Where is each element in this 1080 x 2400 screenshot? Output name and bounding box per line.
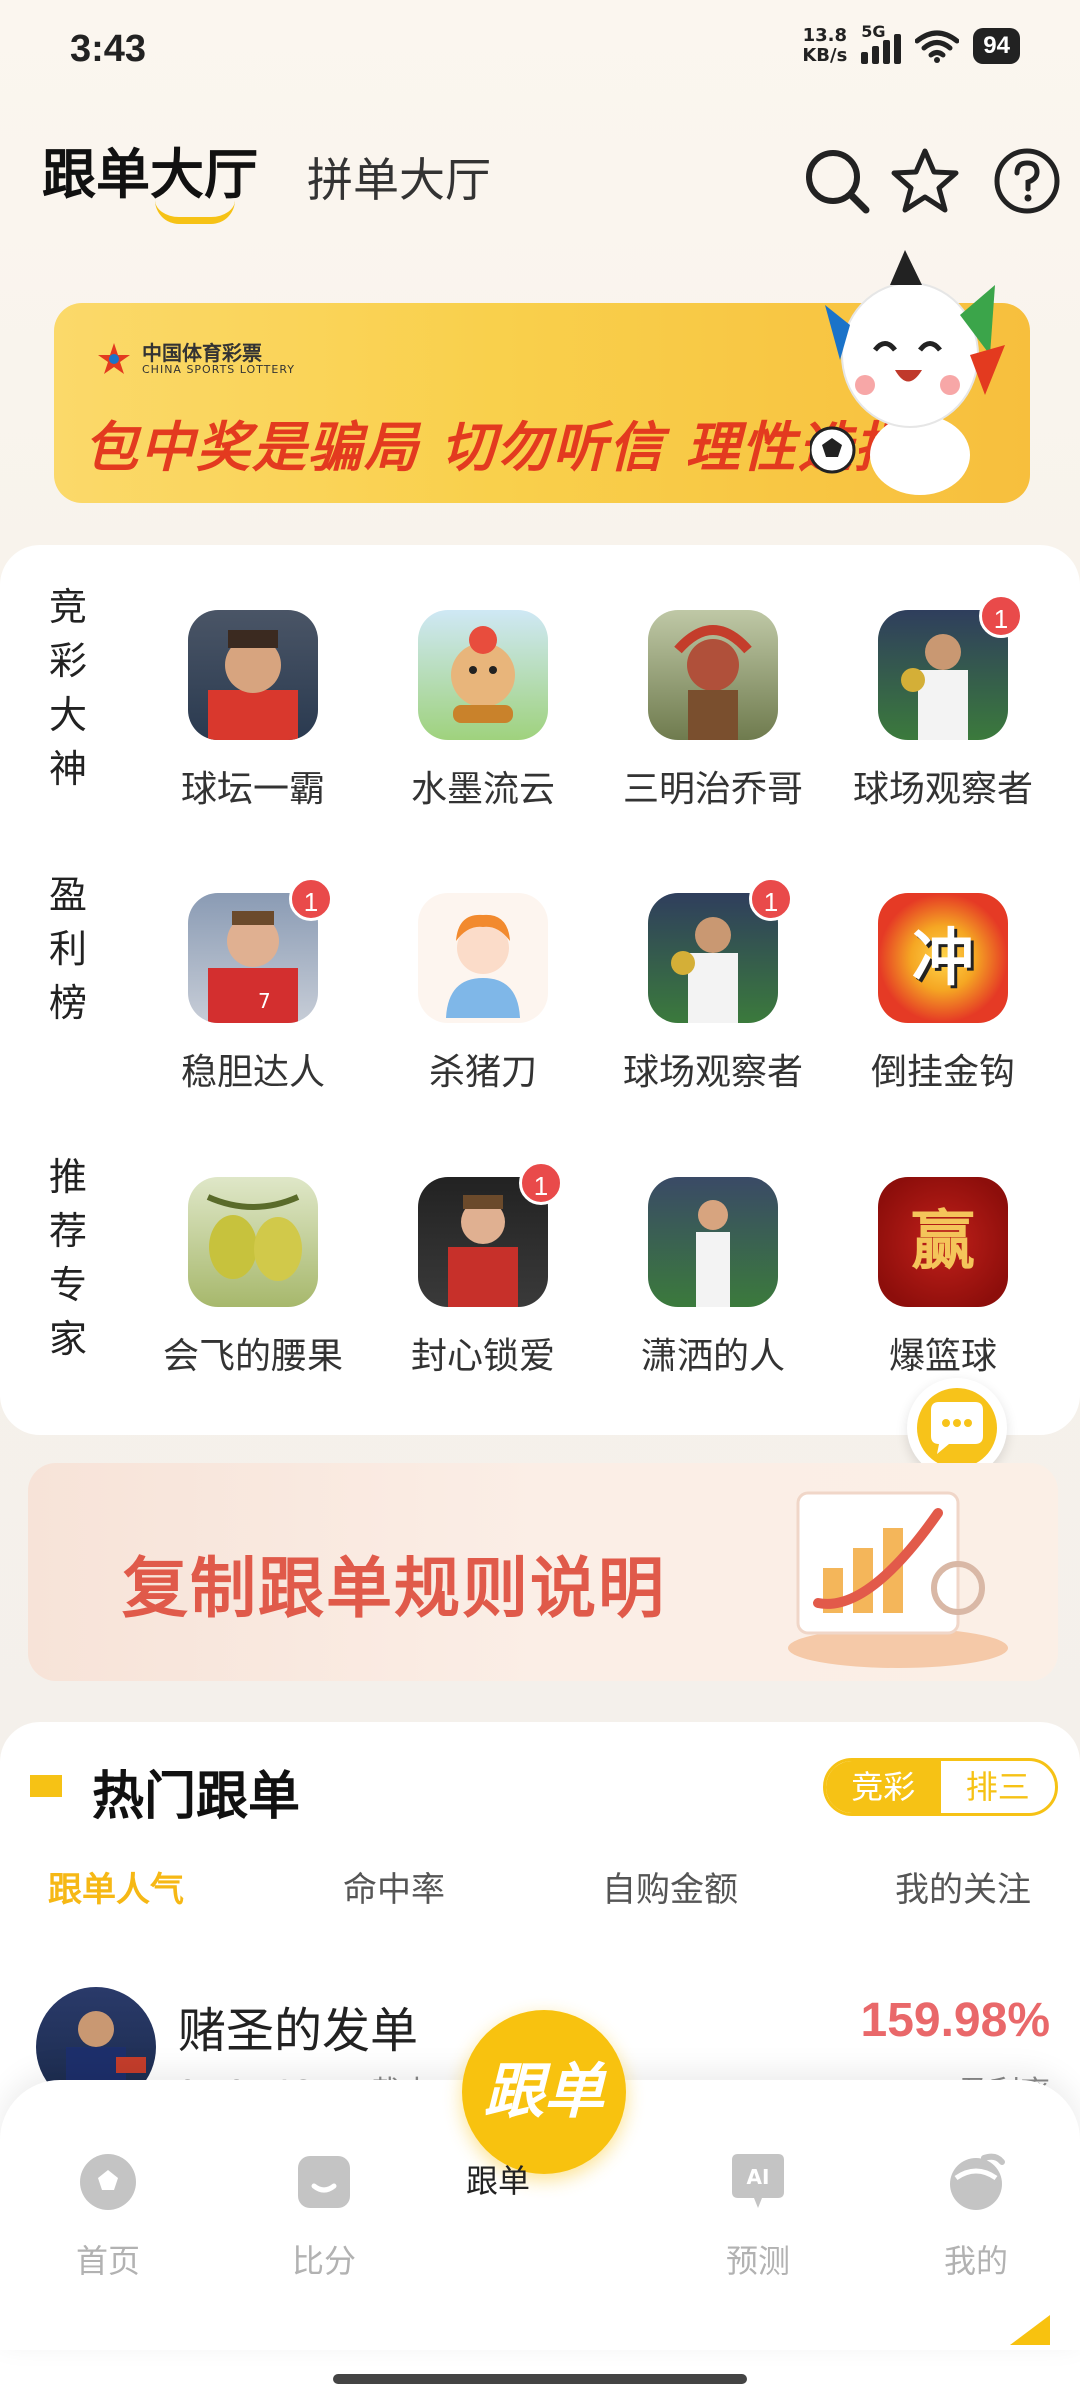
expert-item[interactable]: 会飞的腰果	[143, 1177, 363, 1379]
expert-item[interactable]: 球坛一霸	[143, 610, 363, 812]
battery-indicator: 94	[973, 28, 1020, 64]
chart-illustration	[788, 1491, 1008, 1668]
expert-item[interactable]: 7 1 稳胆达人	[143, 877, 363, 1095]
row-label-text: 盈利榜	[48, 873, 87, 1025]
expert-name: 倒挂金钩	[870, 1052, 1015, 1093]
tab-group-hall[interactable]: 拼单大厅	[307, 144, 491, 210]
notification-badge: 1	[979, 594, 1023, 638]
lottery-slogan: 包中奖是骗局 切勿听信 理性选择	[84, 416, 910, 479]
nav-home[interactable]: 首页	[38, 2150, 178, 2282]
expert-name: 水墨流云	[410, 769, 555, 810]
expert-name: 球场观察者	[852, 769, 1033, 810]
net-speed-value: 13.8	[802, 25, 848, 46]
lottery-logo-subtext: CHINA SPORTS LOTTERY	[142, 362, 296, 376]
lead-name: 赌圣的发单	[178, 2003, 419, 2059]
expert-name: 杀猪刀	[428, 1052, 537, 1093]
chat-icon	[917, 1388, 997, 1468]
expert-name: 球坛一霸	[180, 769, 325, 810]
expert-name: 会飞的腰果	[162, 1336, 343, 1377]
expert-item[interactable]: 潇洒的人	[603, 1177, 823, 1379]
expert-name: 爆篮球	[888, 1336, 997, 1377]
subtab-following[interactable]: 我的关注	[895, 1862, 1031, 1911]
avatar	[188, 610, 318, 740]
avatar	[188, 1177, 318, 1307]
scoreboard-icon	[298, 2156, 350, 2208]
subtab-hit-rate[interactable]: 命中率	[343, 1862, 445, 1911]
nav-label: 预测	[725, 2242, 790, 2280]
status-time: 3:43	[70, 28, 147, 70]
avatar	[648, 1177, 778, 1307]
nav-predict[interactable]: AI 预测	[688, 2150, 828, 2282]
search-icon[interactable]	[802, 146, 872, 216]
notification-badge: 1	[749, 877, 793, 921]
expert-name: 三明治乔哥	[622, 769, 803, 810]
network-type: 5G	[861, 22, 886, 41]
avatar-glyph: 赢	[911, 1205, 975, 1279]
avatar: 冲	[878, 893, 1008, 1023]
nav-label: 比分	[291, 2242, 356, 2280]
toggle-paisan[interactable]: 排三	[941, 1761, 1056, 1813]
avatar: 赢	[878, 1177, 1008, 1307]
row-label-profit[interactable]: 盈利榜	[46, 868, 90, 1030]
expert-item[interactable]: 赢 爆篮球	[833, 1177, 1053, 1379]
status-bar: 3:43 13.8 KB/s 5G 94	[0, 0, 1080, 110]
lottery-type-toggle: 竞彩 排三	[823, 1758, 1058, 1816]
notification-badge: 1	[289, 877, 333, 921]
profit-rate: 159.98%	[860, 1994, 1051, 2047]
avatar	[648, 610, 778, 740]
nav-mine[interactable]: 我的	[906, 2150, 1046, 2282]
active-tab-indicator	[155, 200, 235, 224]
cell-signal: 5G	[861, 22, 902, 64]
nav-label: 我的	[943, 2242, 1008, 2280]
avatar-glyph: 冲	[911, 921, 974, 994]
nav-label: 首页	[75, 2242, 140, 2280]
section-marker	[30, 1775, 62, 1797]
svg-text:AI: AI	[747, 2165, 770, 2189]
expert-name: 封心锁爱	[410, 1336, 555, 1377]
nav-center-label: 跟单	[466, 2162, 531, 2200]
subtab-popularity[interactable]: 跟单人气	[48, 1862, 184, 1911]
expert-item[interactable]: 水墨流云	[373, 610, 593, 812]
wifi-icon	[915, 30, 960, 63]
expert-name: 球场观察者	[622, 1052, 803, 1093]
expert-item[interactable]: 1 球场观察者	[833, 594, 1053, 812]
expert-item[interactable]: 冲 倒挂金钩	[833, 893, 1053, 1095]
expert-name: 稳胆达人	[180, 1052, 325, 1093]
notification-badge: 1	[519, 1161, 563, 1205]
section-title: 热门跟单	[92, 1767, 301, 1827]
row-label-text: 推荐专家	[48, 1155, 87, 1361]
copy-rules-banner[interactable]: 复制跟单规则说明	[28, 1463, 1058, 1681]
copy-rules-text: 复制跟单规则说明	[122, 1550, 666, 1627]
profile-icon	[950, 2153, 1005, 2210]
avatar	[418, 610, 548, 740]
expert-item[interactable]: 杀猪刀	[373, 893, 593, 1095]
avatar	[418, 893, 548, 1023]
nav-follow-center-button[interactable]: 跟单	[462, 2010, 626, 2174]
lottery-logo-icon	[98, 343, 130, 374]
home-indicator[interactable]	[333, 2374, 747, 2384]
net-speed-unit: KB/s	[802, 45, 848, 66]
subtab-self-buy[interactable]: 自购金额	[602, 1862, 738, 1911]
lottery-logo-text: 中国体育彩票	[142, 340, 262, 365]
nav-score[interactable]: 比分	[254, 2150, 394, 2282]
row-label-jingcai[interactable]: 竞彩大神	[46, 580, 90, 796]
help-icon[interactable]	[992, 146, 1062, 216]
row-label-text: 竞彩大神	[48, 585, 87, 791]
header: 跟单大厅 拼单大厅	[0, 120, 1080, 230]
soccer-ball-icon	[80, 2154, 136, 2210]
ai-chat-icon: AI	[732, 2154, 784, 2208]
row-label-recommend[interactable]: 推荐专家	[46, 1150, 90, 1366]
toggle-jingcai[interactable]: 竞彩	[826, 1761, 941, 1813]
net-speed: 13.8 KB/s	[802, 26, 847, 66]
expert-item[interactable]: 1 球场观察者	[603, 877, 823, 1095]
expert-name: 潇洒的人	[640, 1336, 785, 1377]
svg-text:7: 7	[258, 989, 271, 1013]
expert-item[interactable]: 三明治乔哥	[603, 610, 823, 812]
lottery-logo: 中国体育彩票 CHINA SPORTS LOTTERY	[96, 341, 295, 377]
status-indicators: 13.8 KB/s 5G 94	[802, 22, 1020, 66]
mascot-illustration	[810, 250, 1005, 495]
star-icon[interactable]	[890, 146, 960, 216]
expert-item[interactable]: 1 封心锁爱	[373, 1161, 593, 1379]
tab-follow-hall[interactable]: 跟单大厅	[42, 130, 258, 209]
